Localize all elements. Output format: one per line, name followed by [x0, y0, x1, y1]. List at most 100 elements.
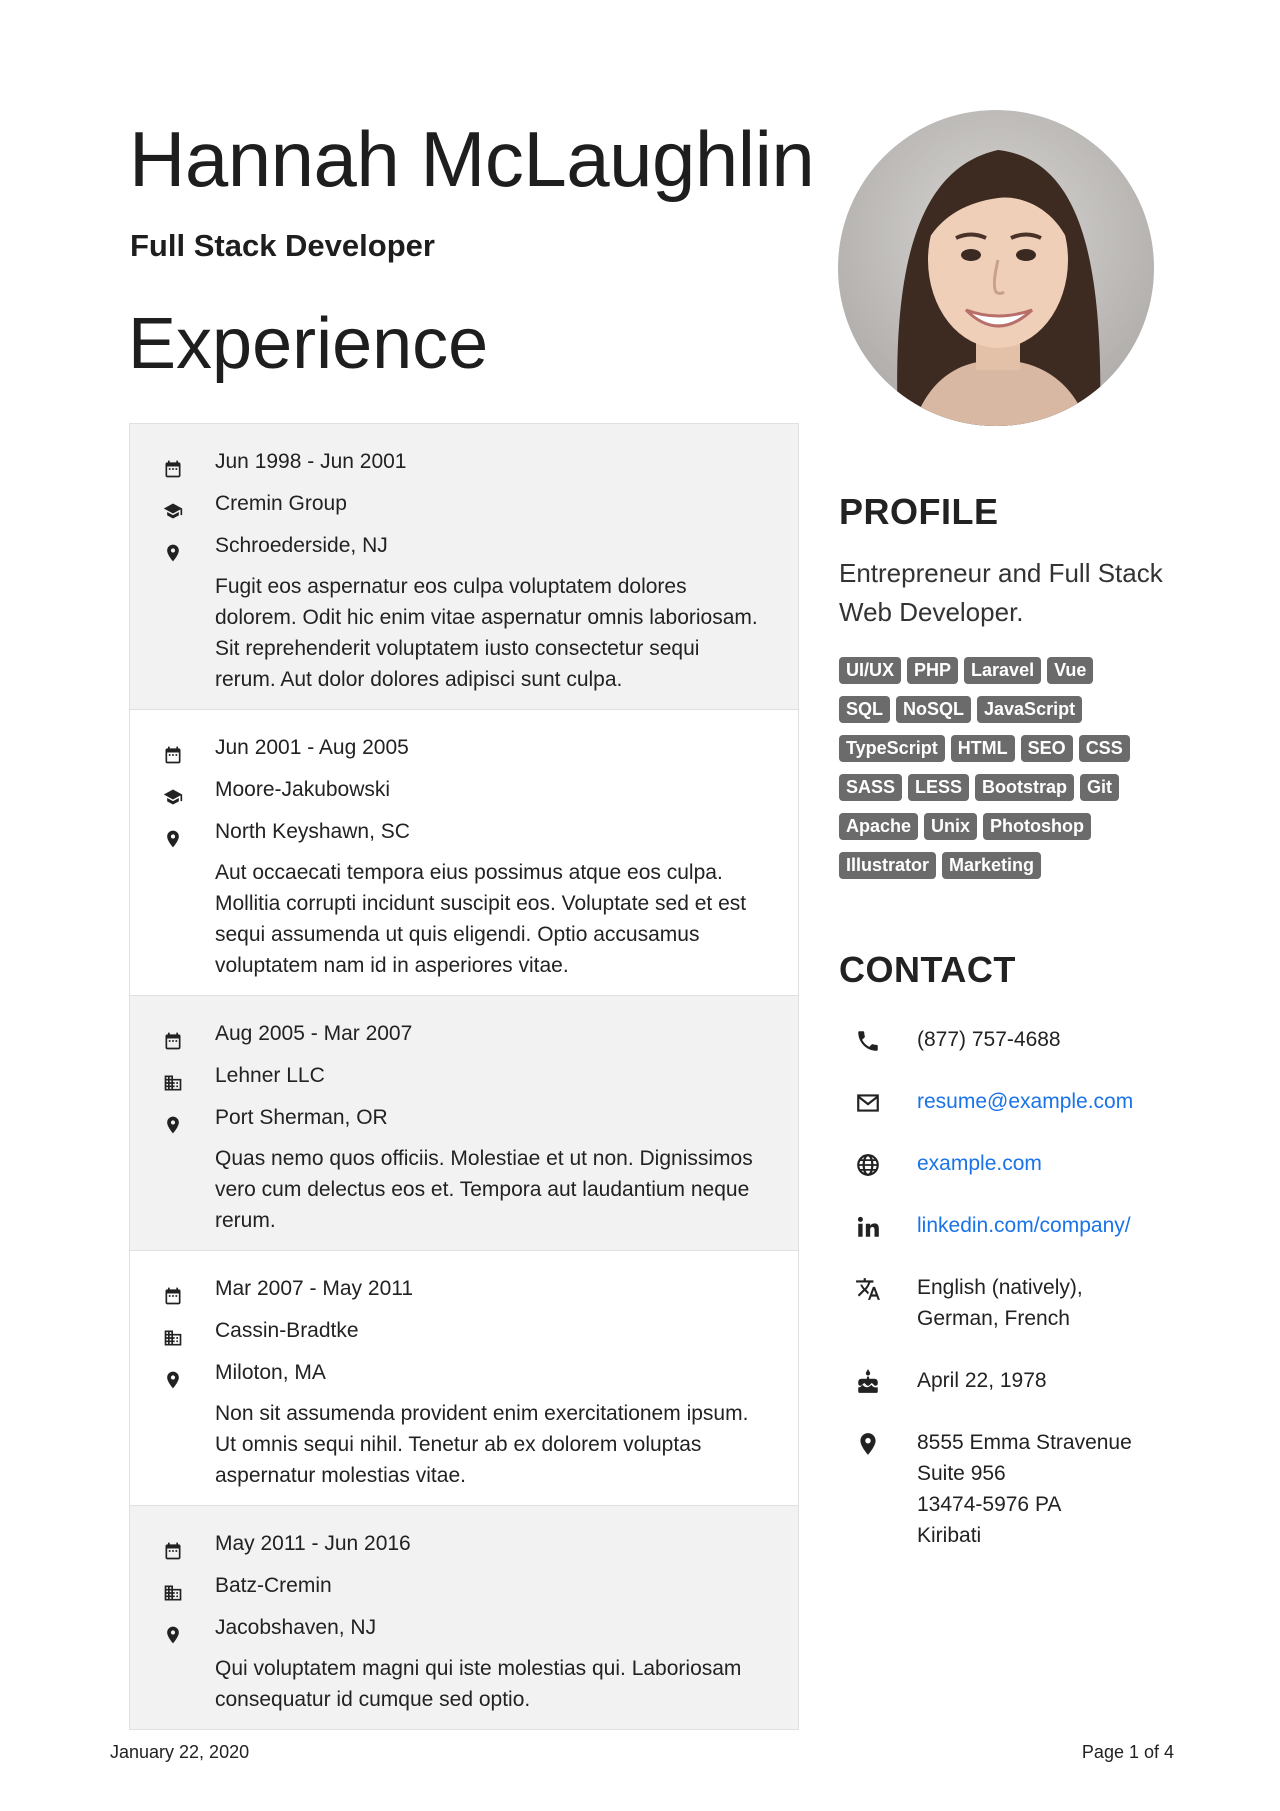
- contact-heading: CONTACT: [839, 949, 1016, 990]
- location-pin-icon: [163, 1618, 183, 1644]
- job-location: North Keyshawn, SC: [167, 811, 758, 853]
- skill-tag: LESS: [908, 774, 970, 801]
- job-location: Jacobshaven, NJ: [167, 1607, 758, 1649]
- location-pin-icon: [163, 536, 183, 562]
- phone-icon: [858, 1031, 878, 1051]
- building-icon: [163, 1576, 183, 1601]
- job-location-text: Miloton, MA: [215, 1361, 326, 1384]
- profile-summary: Entrepreneur and Full Stack Web Develope…: [839, 558, 1163, 627]
- footer-date: January 22, 2020: [110, 1742, 250, 1762]
- languages-line-1: English (natively),: [917, 1276, 1083, 1299]
- job-company-text: Cremin Group: [215, 492, 347, 515]
- skills-row: UI/UX PHP Laravel Vue: [839, 657, 1179, 696]
- skill-tag: HTML: [950, 735, 1015, 762]
- skill-tag: Marketing: [942, 852, 1042, 879]
- skill-tag: SEO: [1020, 735, 1073, 762]
- building-icon: [163, 1321, 183, 1346]
- candidate-name: Hannah McLaughlin: [129, 115, 815, 203]
- skill-tag: Git: [1080, 774, 1120, 801]
- job-dates-text: Jun 1998 - Jun 2001: [215, 450, 407, 473]
- job-company: Lehner LLC: [164, 1055, 758, 1097]
- website-link[interactable]: example.com: [917, 1152, 1042, 1175]
- contact-email: resume@example.com: [839, 1086, 1133, 1117]
- building-icon: [163, 1066, 183, 1091]
- birthday-date: April 22, 1978: [917, 1369, 1047, 1392]
- contact-birthday: April 22, 1978: [839, 1365, 1047, 1396]
- skill-tag: CSS: [1078, 735, 1130, 762]
- experience-entry: Aug 2005 - Mar 2007 Lehner LLC Port Sherma…: [130, 995, 798, 1250]
- address-line-3: 13474-5976 PA: [917, 1493, 1062, 1516]
- job-description: Non sit assumenda provident enim exercit…: [215, 1402, 749, 1487]
- skill-tag: Apache: [839, 813, 919, 840]
- job-dates: Aug 2005 - Mar 2007: [165, 1013, 758, 1055]
- job-location: Schroederside, NJ: [167, 525, 758, 567]
- job-company-text: Lehner LLC: [215, 1064, 325, 1087]
- job-dates-text: Jun 2001 - Aug 2005: [215, 736, 409, 759]
- skill-tag: JavaScript: [977, 696, 1083, 723]
- calendar-icon: [163, 1279, 183, 1305]
- address-line-1: 8555 Emma Stravenue: [917, 1431, 1132, 1454]
- school-icon: [163, 780, 183, 805]
- skills-row: Apache Unix Photoshop: [839, 813, 1179, 852]
- skill-tag: PHP: [907, 657, 959, 684]
- job-dates-text: Mar 2007 - May 2011: [215, 1277, 414, 1300]
- skill-tag: SQL: [839, 696, 891, 723]
- skill-tag: NoSQL: [896, 696, 972, 723]
- experience-heading: Experience: [128, 304, 489, 384]
- profile-photo: [838, 110, 1154, 426]
- job-company: Moore-Jakubowski: [163, 769, 758, 811]
- job-company: Cremin Group: [163, 483, 758, 525]
- skills-row: SASS LESS Bootstrap Git: [839, 774, 1179, 813]
- calendar-icon: [163, 1024, 183, 1050]
- job-location-text: Port Sherman, OR: [215, 1106, 388, 1129]
- calendar-icon: [163, 452, 183, 478]
- skill-tag: Illustrator: [839, 852, 937, 879]
- job-title: Full Stack Developer: [130, 228, 435, 263]
- location-pin-icon: [163, 1363, 183, 1389]
- contact-linkedin: linkedin.com/company/: [839, 1210, 1131, 1241]
- contact-website: example.com: [839, 1148, 1042, 1179]
- linkedin-icon: [857, 1216, 879, 1237]
- experience-entry: Mar 2007 - May 2011 Cassin-Bradtke Miloton…: [130, 1250, 798, 1505]
- translate-icon: [856, 1278, 880, 1300]
- cake-icon: [858, 1369, 878, 1393]
- job-dates: Mar 2007 - May 2011: [165, 1268, 758, 1310]
- job-company-text: Moore-Jakubowski: [215, 778, 391, 801]
- job-location-text: Jacobshaven, NJ: [215, 1616, 377, 1639]
- profile-heading: PROFILE: [839, 491, 999, 532]
- job-company: Cassin-Bradtke: [164, 1310, 758, 1352]
- contact-languages: English (natively), German, French: [839, 1272, 1083, 1334]
- address-line-4: Kiribati: [917, 1524, 982, 1547]
- job-description: Qui voluptatem magni qui iste molestias …: [215, 1657, 742, 1711]
- mail-icon: [857, 1094, 879, 1112]
- location-pin-icon: [163, 1108, 183, 1134]
- job-company-text: Batz-Cremin: [215, 1574, 332, 1597]
- skills-row: TypeScript HTML SEO CSS: [839, 735, 1179, 774]
- skills-tags: UI/UX PHP Laravel Vue SQL NoSQL JavaScript Type…: [839, 657, 1179, 891]
- skill-tag: Unix: [924, 813, 978, 840]
- skills-row: SQL NoSQL JavaScript: [839, 696, 1179, 735]
- linkedin-link[interactable]: linkedin.com/company/: [917, 1214, 1131, 1237]
- calendar-icon: [163, 1534, 183, 1560]
- job-location-text: North Keyshawn, SC: [215, 820, 410, 843]
- school-icon: [163, 494, 183, 519]
- calendar-icon: [163, 738, 183, 764]
- job-dates: May 2011 - Jun 2016: [165, 1523, 758, 1565]
- experience-entry: Jun 1998 - Jun 2001 Cremin Group Schroeder…: [130, 424, 798, 709]
- contact-phone: (877) 757-4688: [839, 1024, 1061, 1055]
- skill-tag: Laravel: [964, 657, 1042, 684]
- job-location: Miloton, MA: [167, 1352, 758, 1394]
- globe-icon: [857, 1154, 879, 1176]
- address-line-2: Suite 956: [917, 1462, 1006, 1485]
- location-pin-icon: [860, 1433, 876, 1455]
- experience-entry: May 2011 - Jun 2016 Batz-Cremin Jacobshave…: [130, 1505, 798, 1729]
- email-link[interactable]: resume@example.com: [917, 1090, 1133, 1113]
- job-location: Port Sherman, OR: [167, 1097, 758, 1139]
- skill-tag: TypeScript: [839, 735, 945, 762]
- skill-tag: UI/UX: [839, 657, 902, 684]
- phone-number: (877) 757-4688: [917, 1028, 1061, 1051]
- location-pin-icon: [163, 822, 183, 848]
- job-description: Aut occaecati tempora eius possimus atqu…: [215, 861, 747, 977]
- job-description: Fugit eos aspernatur eos culpa voluptate…: [215, 575, 758, 691]
- contact-address: 8555 Emma Stravenue Suite 956 13474-5976…: [839, 1427, 1132, 1551]
